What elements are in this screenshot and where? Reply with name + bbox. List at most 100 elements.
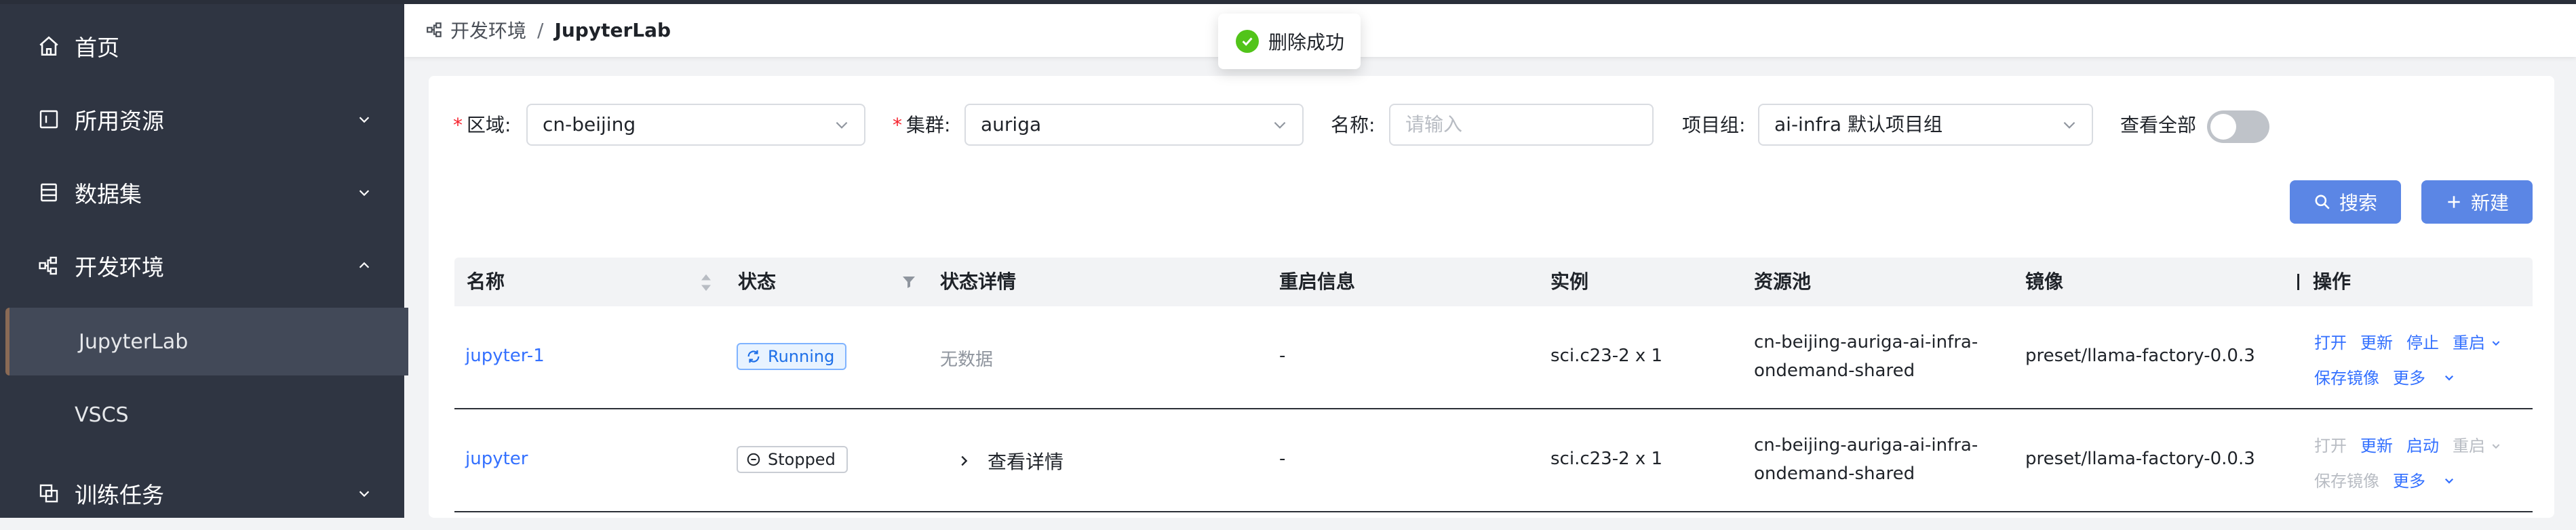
resource-pool-line2: ondemand-shared <box>1754 361 1915 381</box>
sidebar-item-label: 所用资源 <box>75 108 164 134</box>
sidebar-item-home[interactable]: 首页 <box>0 9 404 83</box>
chevron-down-icon <box>2492 444 2500 449</box>
sidebar: 首页 所用资源 数据集 开发环境 JupyterLab VSCS 训练任务 <box>0 4 408 518</box>
project-select[interactable]: ai-infra 默认项目组 <box>1758 104 2093 146</box>
cluster-value: auriga <box>981 113 1042 136</box>
sidebar-item-dev-env[interactable]: 开发环境 <box>0 229 404 302</box>
sidebar-item-datasets[interactable]: 数据集 <box>0 156 404 229</box>
toast-message: 删除成功 <box>1268 31 1345 54</box>
chevron-down-icon <box>2444 375 2453 381</box>
cluster-select[interactable]: auriga <box>964 104 1304 146</box>
project-value: ai-infra 默认项目组 <box>1774 113 1943 136</box>
instance-spec: sci.c23-2 x 1 <box>1550 449 1663 469</box>
image-name: preset/llama-factory-0.0.3 <box>2025 346 2255 366</box>
dev-env-icon <box>426 21 444 39</box>
top-header: 开发环境 / JupyterLab <box>404 4 2576 57</box>
open-link-disabled: 打开 <box>2314 436 2347 455</box>
table-row: jupyter Stopped 查看详情 - sci.c23-2 x 1 cn-… <box>454 409 2533 512</box>
chevron-down-icon <box>836 121 848 129</box>
column-resize-handle[interactable] <box>2297 274 2299 290</box>
save-image-link[interactable]: 保存镜像 <box>2314 365 2379 388</box>
table-row: jupyter-1 Running 无数据 - sci.c23-2 x 1 cn… <box>454 306 2533 409</box>
breadcrumb-root[interactable]: 开发环境 <box>450 16 526 43</box>
start-link[interactable]: 启动 <box>2406 432 2439 456</box>
column-header-actions: 操作 <box>2313 270 2351 293</box>
breadcrumb-separator: / <box>537 18 544 41</box>
chevron-down-icon <box>354 182 374 203</box>
column-header-status: 状态 <box>738 270 777 293</box>
sidebar-item-training[interactable]: 训练任务 <box>0 457 404 530</box>
chevron-down-icon <box>354 483 374 504</box>
sidebar-subitem-jupyterlab[interactable]: JupyterLab <box>5 308 408 375</box>
column-header-pool: 资源池 <box>1754 270 1812 293</box>
chevron-up-icon <box>354 256 374 276</box>
region-label: * 区域: <box>453 114 511 136</box>
chevron-down-icon <box>1274 121 1286 129</box>
update-link[interactable]: 更新 <box>2360 329 2393 353</box>
chevron-down-icon <box>2063 121 2075 129</box>
column-header-name[interactable]: 名称 <box>467 258 505 306</box>
sidebar-item-resources[interactable]: 所用资源 <box>0 83 404 156</box>
more-link[interactable]: 更多 <box>2393 468 2455 491</box>
update-link[interactable]: 更新 <box>2360 432 2393 456</box>
status-detail: 无数据 <box>940 350 994 370</box>
chevron-right-icon <box>961 455 968 466</box>
sidebar-item-label: 首页 <box>75 35 119 61</box>
sort-icon[interactable] <box>699 273 714 292</box>
region-select[interactable]: cn-beijing <box>526 104 865 146</box>
name-input[interactable]: 请输入 <box>1389 104 1654 146</box>
view-all-label: 查看全部 <box>2120 114 2197 136</box>
restart-info: - <box>1279 449 1286 469</box>
resource-icon <box>35 106 62 133</box>
training-icon <box>35 480 62 507</box>
cluster-label: * 集群: <box>893 114 951 136</box>
instance-name-link[interactable]: jupyter-1 <box>465 346 545 366</box>
status-badge: Stopped <box>737 446 848 473</box>
resource-pool-line2: ondemand-shared <box>1754 464 1915 484</box>
column-header-status-detail: 状态详情 <box>940 270 1017 293</box>
name-placeholder: 请输入 <box>1405 113 1463 136</box>
check-circle-icon <box>1236 30 1259 53</box>
open-link[interactable]: 打开 <box>2314 329 2347 353</box>
instance-spec: sci.c23-2 x 1 <box>1550 346 1663 366</box>
sidebar-subitem-vscs[interactable]: VSCS <box>0 381 404 449</box>
restart-link[interactable]: 重启 <box>2453 329 2501 353</box>
project-label: 项目组: <box>1682 114 1746 136</box>
sidebar-subitem-label: JupyterLab <box>79 329 189 354</box>
name-label: 名称: <box>1331 114 1375 136</box>
search-button[interactable]: 搜索 <box>2290 180 2401 224</box>
sidebar-item-label: 训练任务 <box>75 482 164 508</box>
home-icon <box>35 33 62 60</box>
chevron-down-icon <box>2444 478 2453 484</box>
search-button-label: 搜索 <box>2339 192 2377 214</box>
create-button-label: 新建 <box>2470 192 2509 214</box>
chevron-down-icon <box>2492 341 2500 346</box>
region-value: cn-beijing <box>543 113 636 136</box>
resource-pool-line1: cn-beijing-auriga-ai-infra- <box>1754 332 1978 352</box>
filter-icon[interactable] <box>901 274 917 290</box>
instance-name-link[interactable]: jupyter <box>465 449 528 469</box>
view-detail-toggle[interactable]: 查看详情 <box>956 447 1063 474</box>
toggle-knob <box>2210 114 2236 140</box>
stop-link[interactable]: 停止 <box>2406 329 2439 353</box>
image-name: preset/llama-factory-0.0.3 <box>2025 449 2255 469</box>
refresh-icon <box>747 350 760 363</box>
resource-pool-line1: cn-beijing-auriga-ai-infra- <box>1754 435 1978 455</box>
stop-circle-icon <box>747 453 760 466</box>
column-header-image: 镜像 <box>2025 270 2064 293</box>
column-header-restart: 重启信息 <box>1279 270 1356 293</box>
chevron-down-icon <box>354 109 374 129</box>
column-header-instance: 实例 <box>1550 270 1589 293</box>
sidebar-item-label: 开发环境 <box>75 254 164 281</box>
dev-env-icon <box>35 252 62 279</box>
status-badge: Running <box>737 343 847 370</box>
view-all-toggle[interactable] <box>2207 110 2269 143</box>
sidebar-subitem-label: VSCS <box>75 403 129 427</box>
dataset-icon <box>35 179 62 206</box>
breadcrumb: 开发环境 / JupyterLab <box>426 16 671 43</box>
more-link[interactable]: 更多 <box>2393 365 2455 388</box>
table-header: 名称 状态 状态详情 重启信息 实例 资源池 镜像 操作 <box>454 258 2533 306</box>
sidebar-item-label: 数据集 <box>75 181 142 207</box>
create-button[interactable]: 新建 <box>2421 180 2533 224</box>
save-image-link-disabled: 保存镜像 <box>2314 472 2379 491</box>
